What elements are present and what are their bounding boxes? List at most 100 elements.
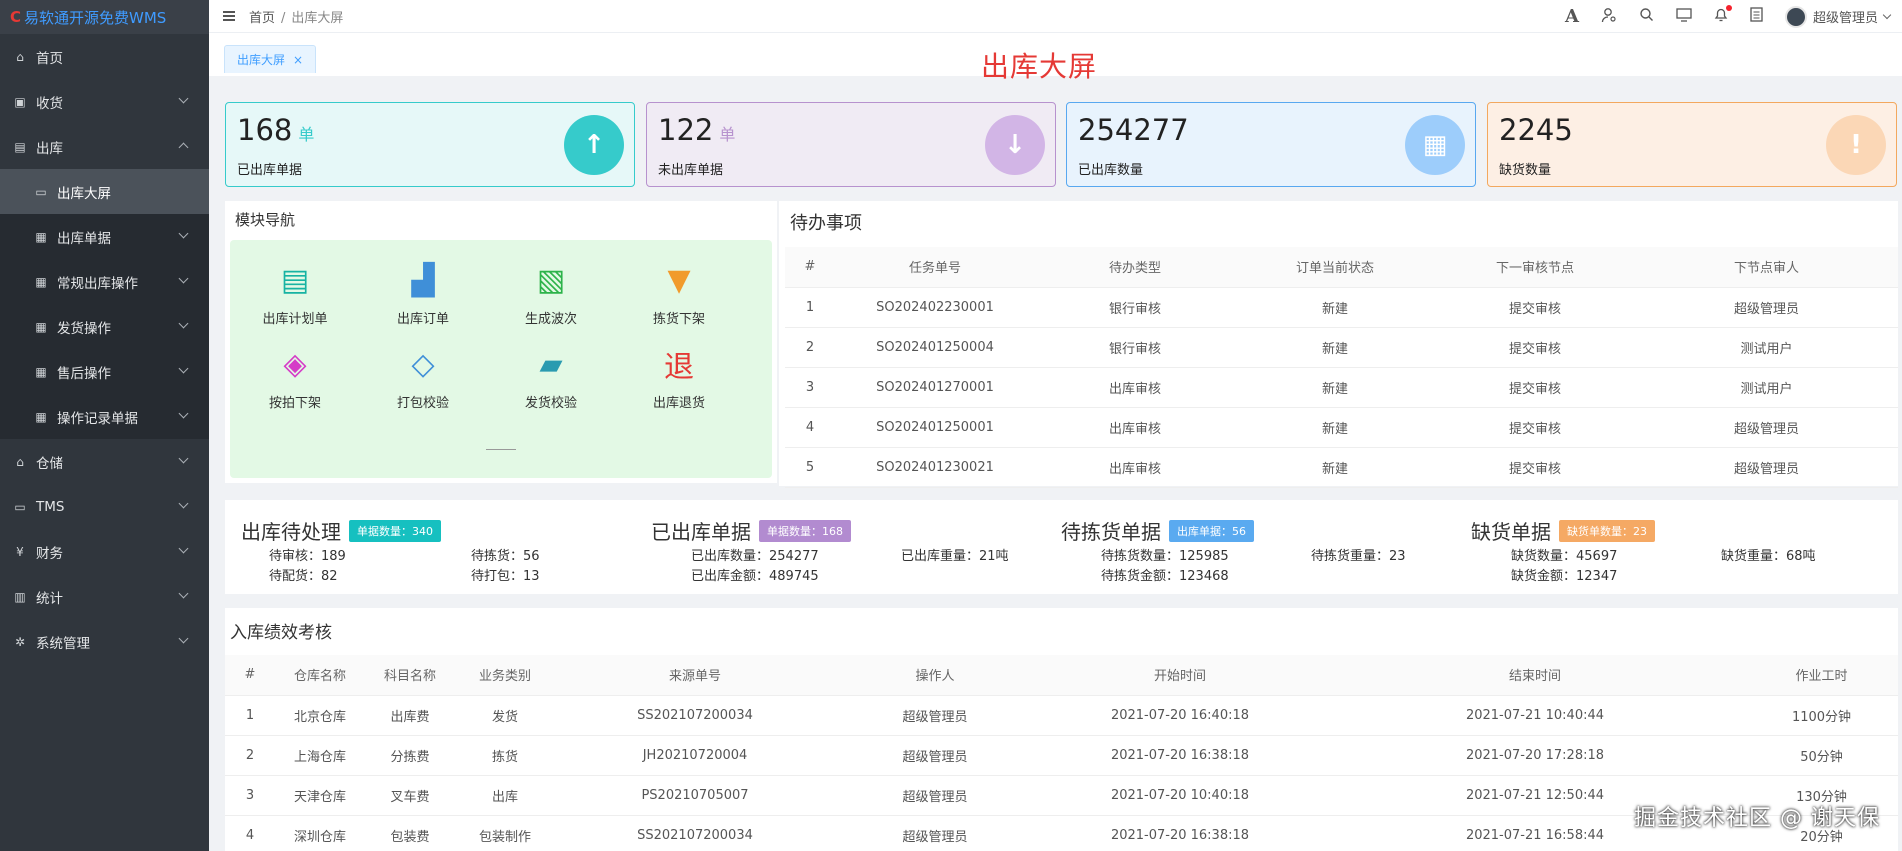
nav-item-4[interactable]: ◈ 按拍下架 <box>240 342 350 412</box>
search-icon[interactable] <box>1639 7 1654 26</box>
stat-card[interactable]: 254277 已出库数量 ▦ <box>1066 102 1476 187</box>
table-cell: SO202401270001 <box>835 367 1035 408</box>
sidebar-item-label: 出库 <box>36 140 63 157</box>
chevron-down-icon <box>178 633 189 644</box>
stats-row-label: 已出库重量： <box>901 549 980 564</box>
sidebar-item-1[interactable]: ▣ 收货 <box>0 79 209 124</box>
bell-icon[interactable] <box>1714 5 1732 26</box>
nav-item-7[interactable]: 退出库退货 <box>624 342 734 411</box>
stats-row-value: 123468 <box>1179 569 1229 584</box>
sidebar-item-13[interactable]: ✲ 系统管理 <box>0 619 209 664</box>
nav-item-0[interactable]: ▤ 出库计划单 <box>240 258 350 328</box>
nav-item-1[interactable]: ▟ 出库订单 <box>368 258 478 328</box>
stat-card[interactable]: 168 单已出库单据 ↑ <box>225 102 635 187</box>
stat-card-label: 已出库数量 <box>1078 163 1144 178</box>
screen-icon[interactable] <box>1676 7 1692 26</box>
sidebar-menu: ⌂ 首页 ▣ 收货 ▤ 出库 ▭ 出库大屏 ▦ 出库单据 ▦ 常规出库操作 ▦ 发货操作 ▦ 售后操作 ▦ 操作记… <box>0 34 209 664</box>
table-cell: SO202401250001 <box>835 407 1035 448</box>
nav-item-2[interactable]: ▧ 生成波次 <box>496 258 606 328</box>
close-icon[interactable]: × <box>293 53 303 67</box>
sidebar-item-label: 仓储 <box>36 455 63 472</box>
chevron-down-icon <box>178 588 189 599</box>
stats-row-label: 缺货重量： <box>1721 549 1787 564</box>
column-header: 作业工时 <box>1745 655 1898 696</box>
stat-card[interactable]: 2245 缺货数量! <box>1487 102 1897 187</box>
table-cell: 包装费 <box>365 815 455 851</box>
sidebar-item-2[interactable]: ▤ 出库 <box>0 124 209 169</box>
tab-outbound-screen[interactable]: 出库大屏 × <box>224 45 317 73</box>
table-cell: 2021-07-21 10:40:44 <box>1325 695 1745 736</box>
doc-icon: ▦ <box>35 229 47 244</box>
nav-item-6[interactable]: ▰ 发货校验 <box>496 342 606 412</box>
table-cell: 测试用户 <box>1635 327 1898 368</box>
sidebar-item-11[interactable]: ¥ 财务 <box>0 529 209 574</box>
table-cell: 出库审核 <box>1035 447 1235 488</box>
sidebar-item-4[interactable]: ▦ 出库单据 <box>0 214 209 259</box>
doc-icon: ▦ <box>35 319 47 334</box>
sidebar-item-12[interactable]: ▥ 统计 <box>0 574 209 619</box>
table-cell: 超级管理员 <box>835 815 1035 851</box>
document-icon[interactable] <box>1750 7 1763 26</box>
stats-row-label: 缺货数量： <box>1511 549 1577 564</box>
breadcrumb-home[interactable]: 首页 <box>249 11 275 26</box>
sidebar-item-6[interactable]: ▦ 发货操作 <box>0 304 209 349</box>
table-cell: 2021-07-20 17:28:18 <box>1325 735 1745 776</box>
nav-item-5[interactable]: ◇ 打包校验 <box>368 342 478 412</box>
stats-row-value: 68吨 <box>1786 549 1816 564</box>
stats-row-label: 待审核： <box>269 549 322 564</box>
sidebar-item-8[interactable]: ▦ 操作记录单据 <box>0 394 209 439</box>
stats-row-label: 已出库数量： <box>691 549 770 564</box>
stats-row: 待拣货数量：125985 <box>1101 545 1229 564</box>
menu-toggle-icon[interactable] <box>223 9 235 23</box>
stats-block: 缺货单据 缺货单数量：23 缺货数量：45697 缺货金额：12347 缺货重量：68吨 <box>1471 516 1871 586</box>
stats-row: 缺货重量：68吨 <box>1721 545 1816 564</box>
table-cell: 新建 <box>1235 407 1435 448</box>
app-logo[interactable]: C 易软通开源免费WMS <box>0 0 209 34</box>
sidebar-item-10[interactable]: ▭ TMS <box>0 484 209 529</box>
table-cell: 5 <box>785 447 835 488</box>
sidebar-item-5[interactable]: ▦ 常规出库操作 <box>0 259 209 304</box>
sidebar-item-7[interactable]: ▦ 售后操作 <box>0 349 209 394</box>
topbar-actions: A 超级管理员 <box>1565 0 1892 33</box>
table-cell: 1100分钟 <box>1745 695 1898 736</box>
chevron-down-icon <box>178 93 189 104</box>
sidebar-item-label: 统计 <box>36 590 63 607</box>
cart-icon: ▼ <box>667 262 691 298</box>
stat-card-label: 未出库单据 <box>658 163 724 178</box>
nav-item-3[interactable]: ▼ 拣货下架 <box>624 258 734 328</box>
table-row[interactable]: 2 上海仓库 分拣费 拣货 JH20210720004 超级管理员 2021-07-20 1… <box>225 735 1898 776</box>
table-cell: 2 <box>225 735 275 776</box>
sidebar-item-label: 操作记录单据 <box>57 410 138 427</box>
sidebar-item-9[interactable]: ⌂ 仓储 <box>0 439 209 484</box>
table-row[interactable]: 1 SO202402230001 银行审核 新建 提交审核 超级管理员 <box>785 287 1898 328</box>
stats-row-value: 125985 <box>1179 549 1229 564</box>
chevron-down-icon <box>178 408 189 419</box>
stats-row-value: 12347 <box>1576 569 1618 584</box>
table-row[interactable]: 3 SO202401270001 出库审核 新建 提交审核 测试用户 <box>785 367 1898 408</box>
sidebar-item-0[interactable]: ⌂ 首页 <box>0 34 209 79</box>
stats-row-label: 待拣货： <box>471 549 524 564</box>
sidebar-item-label: 出库单据 <box>57 230 111 247</box>
user-menu[interactable]: 超级管理员 <box>1784 5 1892 28</box>
stats-row-value: 13 <box>523 569 540 584</box>
table-row[interactable]: 1 北京仓库 出库费 发货 SS202107200034 超级管理员 2021-07-20 … <box>225 695 1898 736</box>
stat-card-value: 122 单 <box>658 113 735 147</box>
table-cell: JH20210720004 <box>555 735 835 776</box>
stat-card-value: 168 单 <box>237 113 314 147</box>
stats-row: 已出库数量：254277 <box>691 545 819 564</box>
sidebar-item-3[interactable]: ▭ 出库大屏 <box>0 169 209 214</box>
stat-card[interactable]: 122 单未出库单据 ↓ <box>646 102 1056 187</box>
receive-icon: ▣ <box>14 94 26 109</box>
pager-indicator[interactable] <box>486 449 516 450</box>
sidebar-item-label: 收货 <box>36 95 63 112</box>
nav-item-label: 打包校验 <box>396 396 449 411</box>
table-row[interactable]: 4 SO202401250001 出库审核 新建 提交审核 超级管理员 <box>785 407 1898 448</box>
column-header: 业务类别 <box>455 655 555 696</box>
table-row[interactable]: 2 SO202401250004 银行审核 新建 提交审核 测试用户 <box>785 327 1898 368</box>
chevron-down-icon <box>178 453 189 464</box>
stats-block: 出库待处理 单据数量：340 待审核：189 待配货：82 待拣货：56 待打包：13 <box>241 516 641 586</box>
column-header: 操作人 <box>835 655 1035 696</box>
table-row[interactable]: 5 SO202401230021 出库审核 新建 提交审核 超级管理员 <box>785 447 1898 488</box>
font-size-icon[interactable]: A <box>1565 6 1579 27</box>
user-search-icon[interactable] <box>1601 7 1617 27</box>
